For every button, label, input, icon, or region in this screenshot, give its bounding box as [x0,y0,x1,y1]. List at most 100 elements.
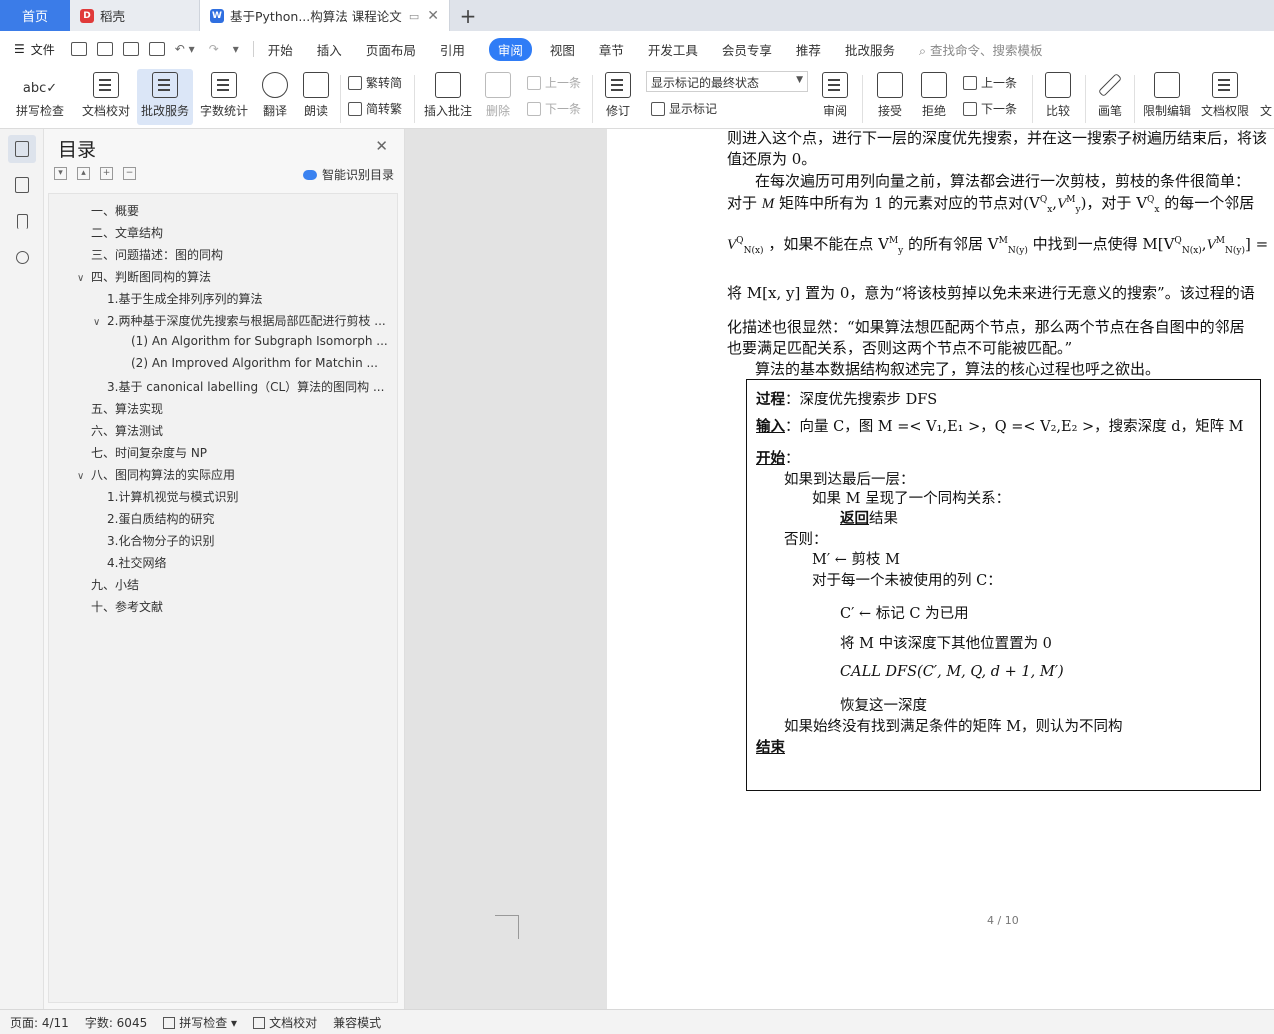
chevron-down-icon[interactable]: ∨ [77,471,91,482]
document-page[interactable]: 则进入这个点，进行下一层的深度优先搜索，并在这一搜索子树遍历结束后，将该 值还原… [607,129,1274,1009]
alg-start-line: 开始： [756,447,800,468]
close-icon[interactable]: ✕ [375,137,388,155]
prev-change-button[interactable]: 上一条 [963,74,1017,91]
show-markup-button[interactable]: 显示标记 [651,100,717,117]
toc-item[interactable]: (1) An Algorithm for Subgraph Isomorph .… [131,334,389,348]
word-count-button[interactable]: 字数统计 [196,69,252,125]
toc-item[interactable]: 2.蛋白质结构的研究 [107,510,214,527]
menu-review[interactable]: 审阅 [488,37,532,61]
toc-item[interactable]: 一、概要 [91,202,139,219]
menu-page-layout[interactable]: 页面布局 [366,40,416,59]
toc-list: 一、概要 二、文章结构 三、问题描述：图的同构 ∨ 四、判断图同构的算法 1.基于… [48,193,398,1003]
toc-item[interactable]: 4.社交网络 [107,554,166,571]
revise-button[interactable]: 修订 [598,69,638,125]
menu-start[interactable]: 开始 [268,40,293,59]
markup-state-select[interactable]: 显示标记的最终状态 ▼ [646,71,808,92]
redo-icon[interactable]: ↷ [209,42,219,56]
status-doc-proof[interactable]: 文档校对 [253,1014,317,1031]
command-search[interactable]: ⌕ 查找命令、搜索模板 [919,40,1043,59]
more-ribbon-button[interactable]: 文 [1258,69,1274,125]
trad-to-simp-button[interactable]: 繁转简 [348,74,402,91]
save-icon[interactable] [70,42,87,56]
compare-button[interactable]: 比较 [1038,69,1078,125]
spellcheck-button[interactable]: abc✓ 拼写检查 [8,69,72,125]
remove-item-icon[interactable]: − [123,167,136,180]
expand-all-icon[interactable]: ▴ [77,167,90,180]
file-menu[interactable]: ☰ 文件 [14,41,55,58]
tab-home[interactable]: 首页 [0,0,70,31]
pen-label: 画笔 [1097,104,1122,118]
alg-step: 将 M 中该深度下其他位置置为 0 [840,636,1052,652]
collapse-all-icon[interactable]: ▾ [54,167,67,180]
reject-icon [921,72,947,98]
toc-item[interactable]: 三、问题描述：图的同构 [91,246,223,263]
prev-comment-button[interactable]: 上一条 [527,74,581,91]
toc-item[interactable]: 九、小结 [91,576,139,593]
print-icon[interactable] [122,42,139,56]
tab-pin-icon[interactable]: ▭ [409,10,419,23]
restrict-edit-button[interactable]: 限制编辑 [1140,69,1194,125]
export-pdf-icon[interactable] [96,42,113,56]
menu-chapter[interactable]: 章节 [599,40,624,59]
tab-close-icon[interactable]: ▭ ✕ [409,8,439,24]
toc-item[interactable]: 1.计算机视觉与模式识别 [107,488,238,505]
toc-item[interactable]: 二、文章结构 [91,224,163,241]
toc-item[interactable]: 3.化合物分子的识别 [107,532,214,549]
toc-item[interactable]: ∨ 四、判断图同构的算法 [77,268,211,285]
toc-item[interactable]: 3.基于 canonical labelling（CL）算法的图同构 ... [107,378,389,395]
chevron-down-icon[interactable]: ∨ [93,317,107,328]
menu-review-service[interactable]: 批改服务 [845,40,895,59]
toc-item[interactable]: ∨ 2.两种基于深度优先搜索与根据局部匹配进行剪枝 ... [93,312,389,329]
toc-item[interactable]: 六、算法测试 [91,422,163,439]
toc-item[interactable]: 七、时间复杂度与 NP [91,444,207,461]
outline-pane-button[interactable] [8,135,36,163]
toc-item-label: 一、概要 [91,204,140,218]
doc-proof-button[interactable]: 文档校对 [78,69,134,125]
menu-separator [252,41,254,57]
toc-item-label: 2.两种基于深度优先搜索与根据局部匹配进行剪枝 ... [107,314,386,328]
simp-to-trad-button[interactable]: 简转繁 [348,100,402,117]
doc-permission-button[interactable]: 文档权限 [1198,69,1252,125]
smart-toc-button[interactable]: 智能识别目录 [302,166,394,183]
new-tab-button[interactable]: + [450,0,486,31]
insert-comment-button[interactable]: 插入批注 [421,69,475,125]
bookmark-pane-button[interactable] [8,207,36,235]
alg-input-line: 输入：向量 C，图 M =< V₁,E₁ >，Q =< V₂,E₂ >，搜索深度… [756,415,1244,436]
trad-to-simp-label: 繁转简 [366,76,403,90]
menu-references[interactable]: 引用 [440,40,465,59]
chevron-down-icon[interactable]: ∨ [77,273,91,284]
nav-pane-button[interactable] [8,171,36,199]
quick-access-dropdown-icon[interactable]: ▾ [233,42,239,56]
review-pane-button[interactable]: 审阅 [815,69,855,125]
add-item-icon[interactable]: + [100,167,113,180]
next-change-button[interactable]: 下一条 [963,100,1017,117]
find-pane-button[interactable] [8,243,36,271]
delete-comment-button[interactable]: 删除 [478,69,518,125]
toc-item[interactable]: ∨ 八、图同构算法的实际应用 [77,466,235,483]
undo-icon[interactable]: ↶ ▾ [175,42,195,56]
menu-insert[interactable]: 插入 [317,40,342,59]
daoke-icon: D [80,8,94,23]
translate-button[interactable]: 翻译 [255,69,295,125]
pen-button[interactable]: 画笔 [1092,69,1128,125]
toc-item[interactable]: 五、算法实现 [91,400,163,417]
status-spellcheck[interactable]: 拼写检查 ▾ [163,1014,237,1031]
menu-recommend[interactable]: 推荐 [796,40,821,59]
reject-button[interactable]: 拒绝 [914,69,954,125]
accept-button[interactable]: 接受 [870,69,910,125]
status-page[interactable]: 页面: 4/11 [10,1014,69,1031]
menu-dev-tools[interactable]: 开发工具 [648,40,698,59]
menu-view[interactable]: 视图 [550,40,575,59]
tab-daoke[interactable]: D 稻壳 [70,0,200,31]
toc-item[interactable]: (2) An Improved Algorithm for Matchin ..… [131,356,389,370]
menu-member[interactable]: 会员专享 [722,40,772,59]
toc-item[interactable]: 1.基于生成全排列序列的算法 [107,290,262,307]
next-comment-button[interactable]: 下一条 [527,100,581,117]
tab-document[interactable]: W 基于Python...构算法 课程论文 ▭ ✕ [200,0,450,31]
toc-item[interactable]: 十、参考文献 [91,598,163,615]
print-preview-icon[interactable] [148,42,165,56]
more-ribbon-label: 文 [1259,104,1272,118]
status-word-count[interactable]: 字数: 6045 [85,1014,147,1031]
read-aloud-button[interactable]: 朗读 [298,69,334,125]
review-service-button[interactable]: 批改服务 [137,69,193,125]
